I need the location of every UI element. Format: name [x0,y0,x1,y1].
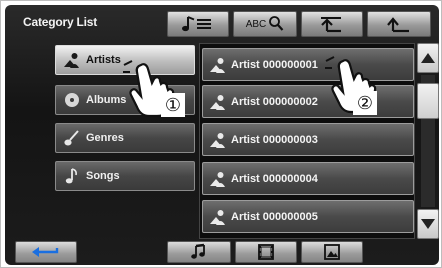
step-2-marker: ② [353,91,377,115]
artist-icon [207,56,229,74]
artist-icon [207,170,229,188]
search-icon [269,16,284,31]
category-label: Genres [86,132,124,144]
artist-icon [207,208,229,226]
category-songs[interactable]: Songs [55,161,195,191]
music-mode-button[interactable] [167,241,231,263]
list-item[interactable]: Artist 000000003 [202,123,414,156]
category-genres[interactable]: Genres [55,123,195,153]
album-icon [62,91,82,109]
scroll-thumb[interactable] [417,83,439,119]
step-1-label: ① [165,95,181,116]
list-scrollbar[interactable] [417,43,439,239]
picture-icon [324,244,340,260]
genre-icon [62,129,82,147]
list-menu-button[interactable] [167,11,229,37]
list-item[interactable]: Artist 000000005 [202,200,414,233]
list-item-label: Artist 000000004 [231,172,318,185]
scroll-up-button[interactable] [417,43,439,73]
category-label: Artists [86,54,121,66]
page-title: Category List [23,15,98,29]
list-item-label: Artist 000000002 [231,95,318,108]
video-mode-button[interactable] [235,241,297,263]
triangle-down-icon [421,219,435,229]
photo-mode-button[interactable] [301,241,363,263]
artist-icon [207,93,229,111]
list-item-label: Artist 000000005 [231,210,318,223]
music-list-icon [182,16,211,32]
artist-icon [207,131,229,149]
back-button[interactable] [367,11,431,37]
list-item[interactable]: Artist 000000004 [202,162,414,195]
step-2-label: ② [357,93,373,114]
category-label: Songs [86,170,120,182]
song-icon [62,167,82,185]
artist-icon [62,51,82,69]
back-arrow-icon [387,17,409,33]
return-button[interactable] [15,241,77,263]
triangle-up-icon [421,53,435,63]
step-1-marker: ① [161,93,185,117]
screen-frame: Category List ABC Artists Albums Genres … [0,0,442,268]
abc-label: ABC [245,18,267,30]
top-of-list-button[interactable] [301,11,363,37]
return-arrow-icon [32,247,59,257]
film-icon [258,244,274,260]
list-item-label: Artist 000000001 [231,58,318,71]
scroll-down-button[interactable] [417,209,439,239]
list-item-label: Artist 000000003 [231,133,318,146]
return-top-icon [321,17,341,33]
music-note-icon [191,243,205,259]
abc-search-button[interactable]: ABC [233,11,297,37]
